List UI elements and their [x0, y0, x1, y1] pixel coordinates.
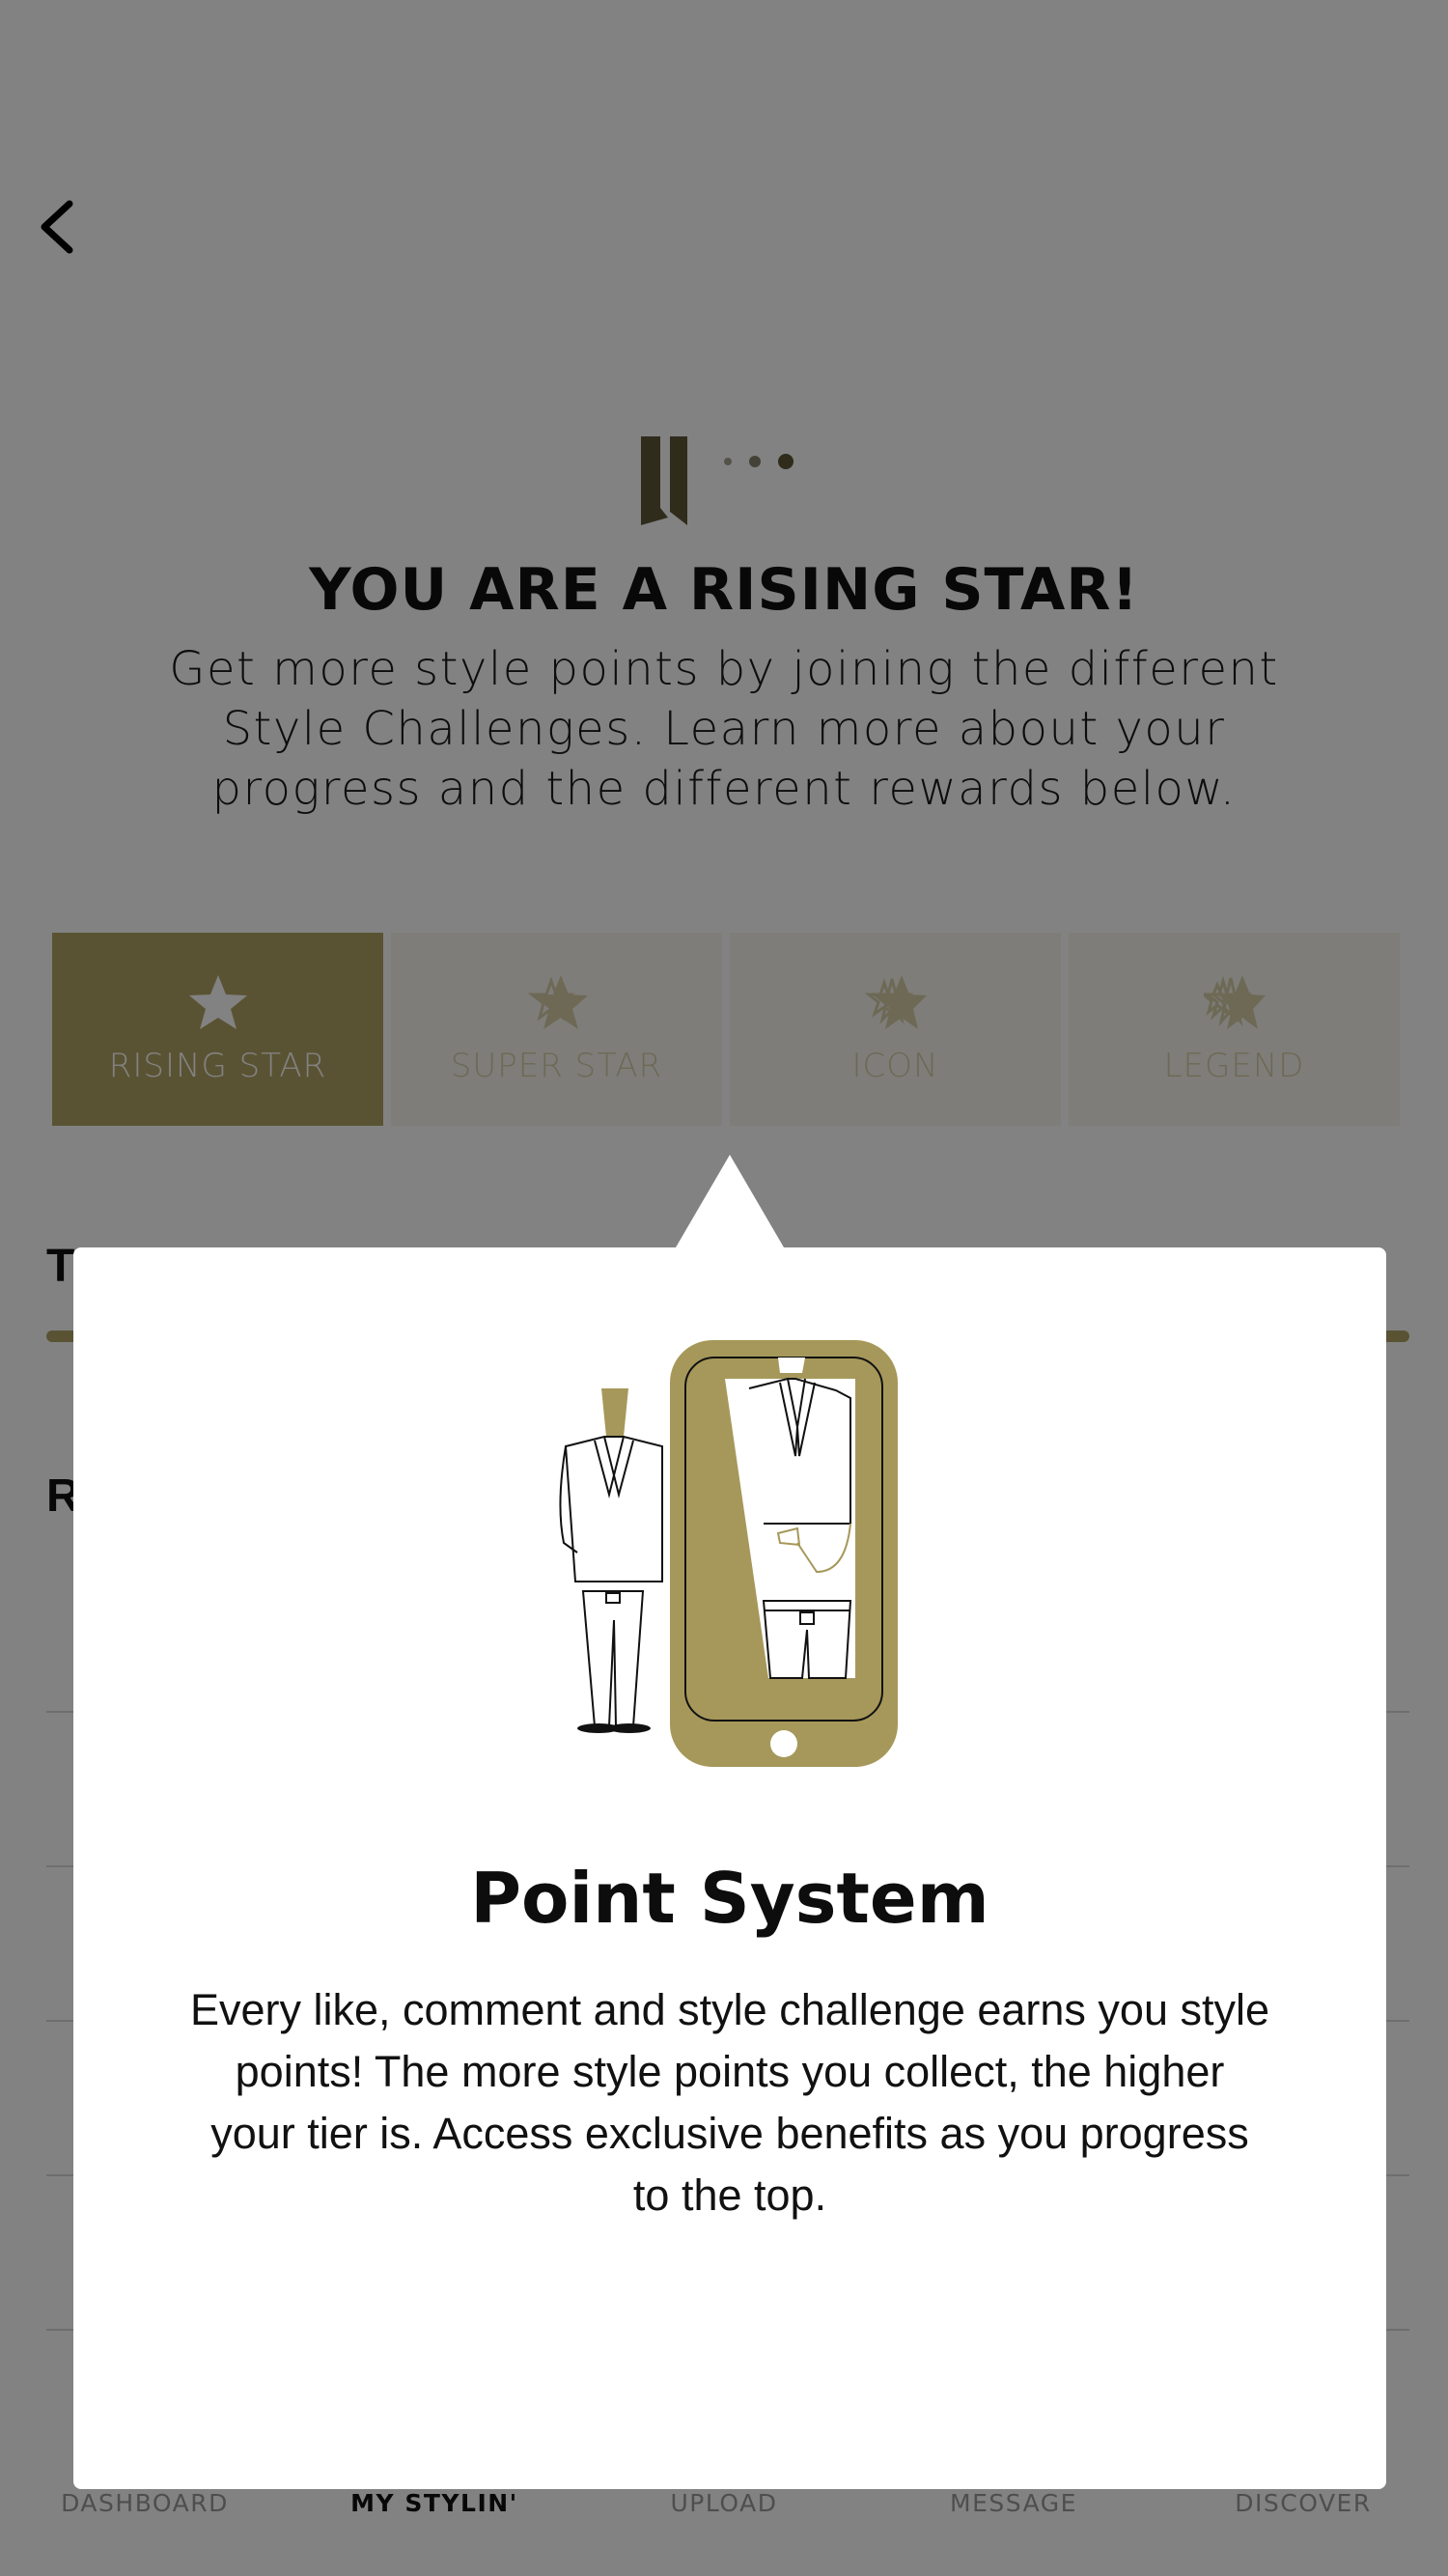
modal-title: Point System: [470, 1858, 989, 1939]
point-system-modal: Point System Every like, comment and sty…: [73, 1247, 1386, 2489]
modal-body-text: Every like, comment and style challenge …: [189, 1985, 1270, 2220]
popover-pointer: [676, 1155, 784, 1247]
phone-figure-illustration: [559, 1340, 898, 1767]
